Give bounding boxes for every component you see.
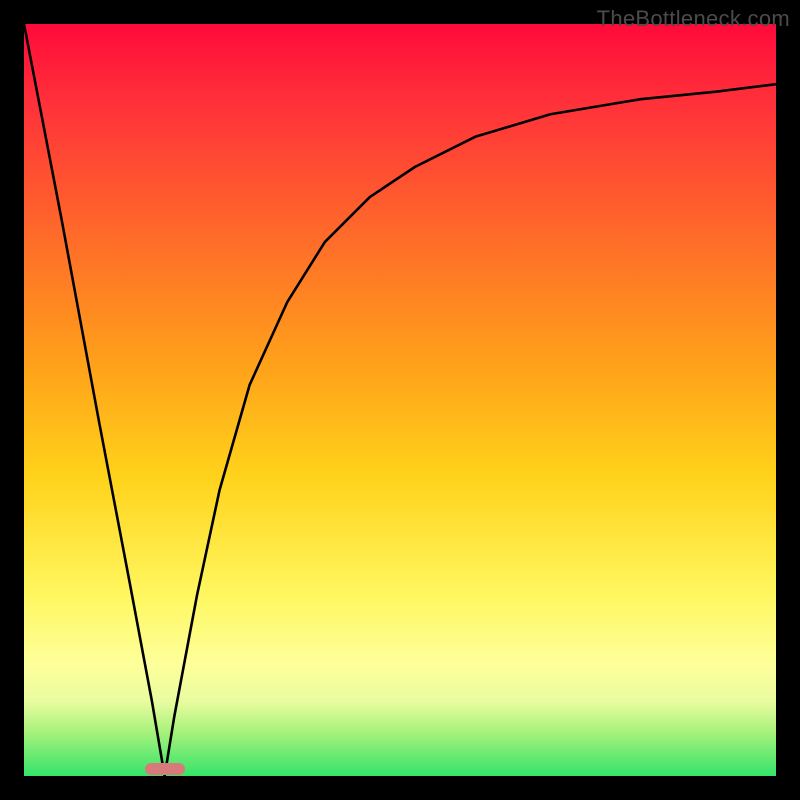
optimal-point-marker — [145, 763, 185, 775]
bottleneck-curve — [24, 24, 776, 776]
watermark-text: TheBottleneck.com — [597, 6, 790, 32]
chart-plot-area — [24, 24, 776, 776]
